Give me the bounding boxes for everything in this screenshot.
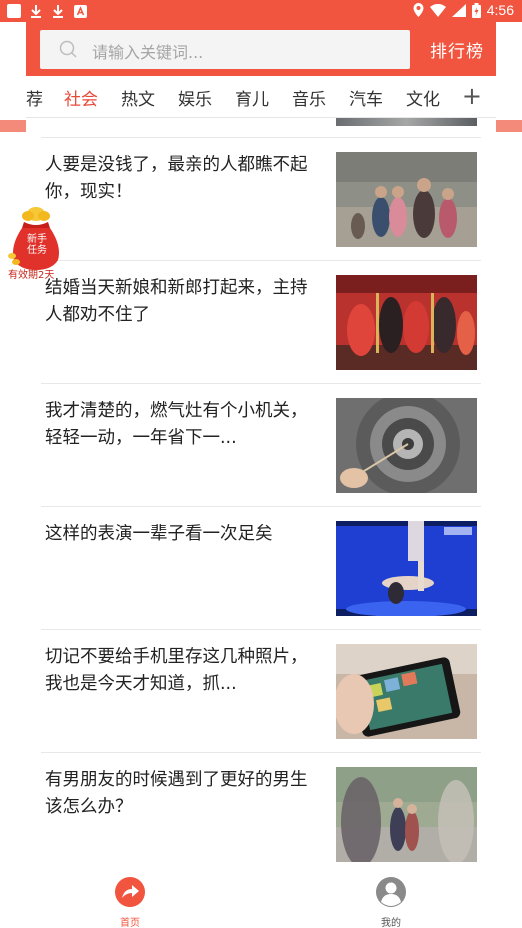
wifi-icon xyxy=(429,3,446,17)
article-title[interactable]: 切记不要给手机里存这几种照片，我也是今天才知道，抓... xyxy=(45,644,315,698)
tab-cars[interactable]: 汽车 xyxy=(349,85,383,110)
article-title[interactable]: 人要是没钱了，最亲的人都瞧不起你，现实！ xyxy=(45,152,315,206)
article-thumbnail[interactable] xyxy=(336,398,477,493)
background-strip-left xyxy=(0,120,26,132)
article-thumbnail[interactable] xyxy=(336,152,477,247)
article-row[interactable]: 人要是没钱了，最亲的人都瞧不起你，现实！ xyxy=(41,138,481,261)
article-title[interactable]: 有男朋友的时候遇到了更好的男生该怎么办？ xyxy=(45,767,315,821)
article-title[interactable]: 我才清楚的，燃气灶有个小机关，轻轻一动，一年省下一... xyxy=(45,398,315,452)
article-thumbnail[interactable] xyxy=(336,521,477,616)
badge-caption: 有效期2天 xyxy=(8,270,55,281)
background-strip-right xyxy=(496,120,522,132)
article-row[interactable]: 结婚当天新娘和新郎打起来，主持人都劝不住了 xyxy=(41,261,481,384)
bottom-navigation: 首页 我的 xyxy=(0,864,522,928)
nav-home-label: 首页 xyxy=(120,918,140,928)
tab-entertainment[interactable]: 娱乐 xyxy=(178,85,212,110)
search-placeholder[interactable]: 请输入关键词... xyxy=(92,39,203,63)
article-title[interactable]: 这样的表演一辈子看一次足矣 xyxy=(45,521,315,548)
tab-parenting[interactable]: 育儿 xyxy=(235,85,269,110)
ranking-button[interactable]: 排行榜 xyxy=(430,37,484,62)
status-bar: 4:56 xyxy=(0,0,522,22)
plus-icon[interactable]: + xyxy=(462,82,482,110)
user-icon xyxy=(376,877,406,907)
badge-line-2: 任务 xyxy=(27,245,47,256)
category-tabs: 荐 社会 热文 娱乐 育儿 音乐 汽车 文化 + xyxy=(26,76,496,118)
article-thumbnail[interactable] xyxy=(336,644,477,739)
article-title[interactable]: 结婚当天新娘和新郎打起来，主持人都劝不住了 xyxy=(45,275,315,329)
article-thumbnail[interactable] xyxy=(336,275,477,370)
notification-square-icon xyxy=(7,4,21,18)
share-arrow-icon xyxy=(115,877,145,907)
partial-thumbnail xyxy=(336,118,477,126)
article-row[interactable]: 有男朋友的时候遇到了更好的男生该怎么办？ xyxy=(41,753,481,876)
clock: 4:56 xyxy=(486,2,514,18)
signal-icon xyxy=(451,3,466,17)
article-row[interactable]: 我才清楚的，燃气灶有个小机关，轻轻一动，一年省下一... xyxy=(41,384,481,507)
top-header: 请输入关键词... 排行榜 xyxy=(26,22,496,76)
download-icon xyxy=(51,3,65,19)
badge-line-1: 新手 xyxy=(27,234,47,245)
article-row[interactable]: 这样的表演一辈子看一次足矣 xyxy=(41,507,481,630)
search-icon xyxy=(59,40,77,58)
tab-recommend[interactable]: 荐 xyxy=(26,85,43,110)
tab-culture[interactable]: 文化 xyxy=(406,85,440,110)
notification-icons xyxy=(7,3,87,19)
nav-home[interactable]: 首页 xyxy=(100,876,160,928)
nav-profile[interactable]: 我的 xyxy=(361,876,421,928)
tab-hot-articles[interactable]: 热文 xyxy=(121,85,155,110)
tab-society[interactable]: 社会 xyxy=(64,85,98,110)
app-a-icon xyxy=(73,3,87,19)
search-bar[interactable]: 请输入关键词... xyxy=(40,30,410,69)
article-thumbnail[interactable] xyxy=(336,767,477,862)
battery-icon xyxy=(471,2,481,18)
tab-music[interactable]: 音乐 xyxy=(292,85,326,110)
badge-text: 新手 任务 xyxy=(23,234,51,256)
system-icons: 4:56 xyxy=(413,2,514,18)
location-icon xyxy=(413,3,424,17)
download-icon xyxy=(29,3,43,19)
article-row[interactable]: 切记不要给手机里存这几种照片，我也是今天才知道，抓... xyxy=(41,630,481,753)
nav-profile-label: 我的 xyxy=(381,918,401,928)
